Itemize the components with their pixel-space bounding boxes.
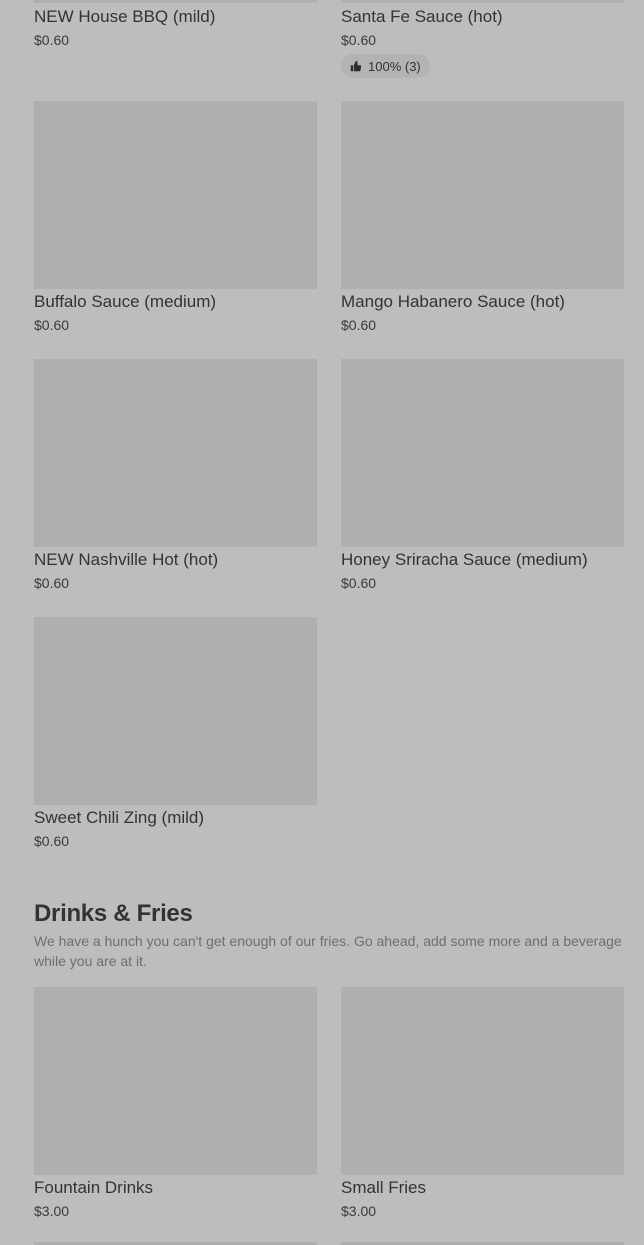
menu-item-price: $0.60 bbox=[34, 317, 70, 333]
menu-item-image bbox=[34, 987, 317, 1175]
menu-item-name: Buffalo Sauce (medium) bbox=[34, 292, 217, 311]
menu-item-price: $0.60 bbox=[34, 32, 70, 48]
menu-item-card[interactable]: Mango Habanero Sauce (hot) $0.60 bbox=[341, 101, 624, 334]
menu-item-image bbox=[341, 359, 624, 547]
menu-item-price: $0.60 bbox=[341, 32, 377, 48]
menu-item-card[interactable]: NEW House BBQ (mild) $0.60 bbox=[34, 0, 317, 49]
menu-item-price: $0.60 bbox=[34, 575, 70, 591]
menu-item-image bbox=[34, 0, 317, 3]
menu-item-name: Small Fries bbox=[341, 1178, 427, 1197]
menu-item-card[interactable]: Fountain Drinks $3.00 bbox=[34, 987, 317, 1220]
menu-item-name: NEW House BBQ (mild) bbox=[34, 7, 216, 26]
menu-item-price: $0.60 bbox=[34, 833, 70, 849]
menu-item-price: $0.60 bbox=[341, 575, 377, 591]
menu-item-name: Mango Habanero Sauce (hot) bbox=[341, 292, 565, 311]
menu-item-image bbox=[34, 101, 317, 289]
thumbs-up-icon bbox=[350, 60, 362, 72]
menu-item-image bbox=[341, 101, 624, 289]
menu-item-card[interactable]: Small Fries $3.00 bbox=[341, 987, 624, 1220]
menu-item-image bbox=[34, 617, 317, 805]
menu-item-name: NEW Nashville Hot (hot) bbox=[34, 550, 219, 569]
menu-item-image bbox=[341, 0, 624, 3]
menu-item-name: Fountain Drinks bbox=[34, 1178, 154, 1197]
menu-item-card[interactable]: NEW Nashville Hot (hot) $0.60 bbox=[34, 359, 317, 592]
section-title: Drinks & Fries bbox=[34, 900, 193, 927]
menu-item-price: $3.00 bbox=[341, 1203, 377, 1219]
menu-item-price: $3.00 bbox=[34, 1203, 70, 1219]
menu-item-card[interactable]: Sweet Chili Zing (mild) $0.60 bbox=[34, 617, 317, 850]
menu-item-image bbox=[341, 987, 624, 1175]
menu-item-card[interactable]: Honey Sriracha Sauce (medium) $0.60 bbox=[341, 359, 624, 592]
menu-item-name: Sweet Chili Zing (mild) bbox=[34, 808, 205, 827]
menu-item-card[interactable]: Buffalo Sauce (medium) $0.60 bbox=[34, 101, 317, 334]
section-description: We have a hunch you can't get enough of … bbox=[34, 933, 622, 969]
menu-item-name: Honey Sriracha Sauce (medium) bbox=[341, 550, 588, 569]
menu-item-card[interactable]: Santa Fe Sauce (hot) $0.60 100% (3) bbox=[341, 0, 624, 78]
menu-item-price: $0.60 bbox=[341, 317, 377, 333]
menu-item-image bbox=[34, 359, 317, 547]
menu-item-name: Santa Fe Sauce (hot) bbox=[341, 7, 503, 26]
rating-text: 100% (3) bbox=[368, 58, 421, 74]
rating-badge: 100% (3) bbox=[341, 54, 430, 78]
